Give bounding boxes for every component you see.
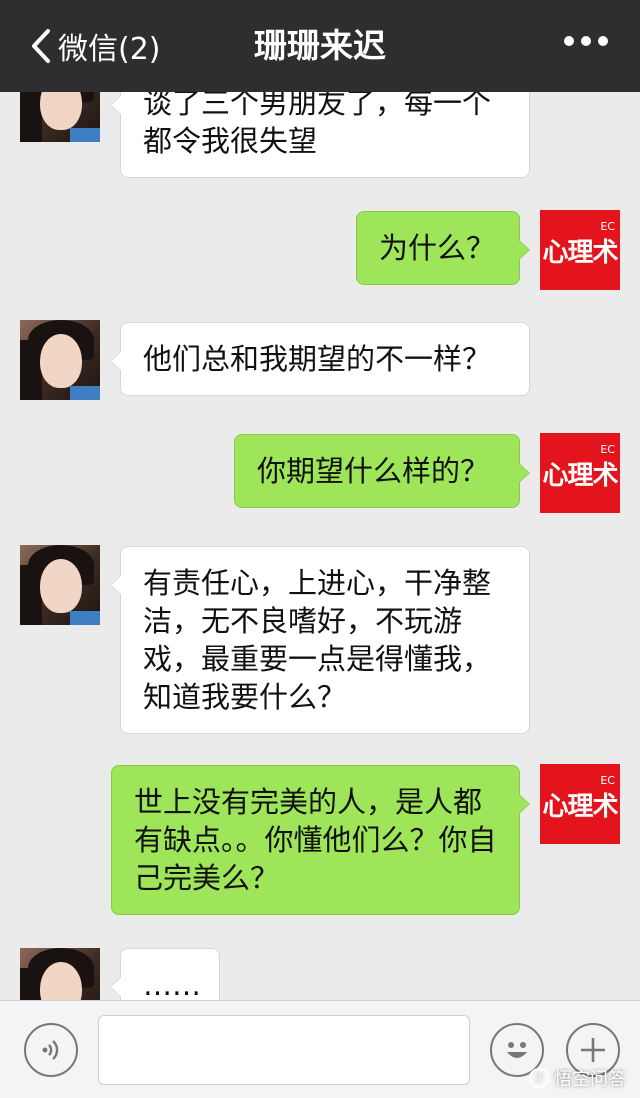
watermark: ? 悟空问答	[529, 1065, 626, 1091]
logo-badge: EC	[600, 774, 615, 787]
chat-area[interactable]: 谈了三个男朋友了，每一个都令我很失望 为什么？ 心理术 EC 他们总和我期望的不…	[0, 0, 640, 1000]
sent-message-bubble[interactable]: 世上没有完美的人，是人都有缺点。。你懂他们么？你自己完美么？	[111, 765, 530, 915]
chat-title: 珊珊来迟	[254, 26, 386, 65]
sent-message-bubble[interactable]: 你期望什么样的？	[234, 434, 530, 508]
received-message-bubble[interactable]: 他们总和我期望的不一样？	[110, 322, 530, 396]
contact-avatar[interactable]	[20, 320, 100, 400]
watermark-icon: ?	[529, 1068, 549, 1088]
watermark-text: 悟空问答	[554, 1069, 626, 1090]
received-message-bubble[interactable]: ……	[110, 948, 220, 1000]
logo-text: 心理术	[542, 460, 618, 491]
logo-badge: EC	[600, 443, 615, 456]
sent-message-bubble[interactable]: 为什么？	[356, 211, 530, 285]
self-avatar-logo[interactable]: 心理术 EC	[540, 210, 620, 290]
logo-text: 心理术	[542, 791, 618, 822]
voice-icon[interactable]	[24, 1023, 78, 1077]
logo-text: 心理术	[542, 237, 618, 268]
input-bar: ? 悟空问答	[0, 1000, 640, 1098]
message-input[interactable]	[98, 1015, 470, 1085]
more-dots-icon[interactable]	[564, 36, 608, 46]
received-message-bubble[interactable]: 有责任心，上进心，干净整洁，无不良嗜好，不玩游戏，最重要一点是得懂我，知道我要什…	[110, 546, 530, 734]
logo-badge: EC	[600, 220, 615, 233]
self-avatar-logo[interactable]: 心理术 EC	[540, 764, 620, 844]
nav-bar: 微信(2) 珊珊来迟	[0, 0, 640, 92]
self-avatar-logo[interactable]: 心理术 EC	[540, 433, 620, 513]
contact-avatar[interactable]	[20, 948, 100, 1000]
contact-avatar[interactable]	[20, 545, 100, 625]
